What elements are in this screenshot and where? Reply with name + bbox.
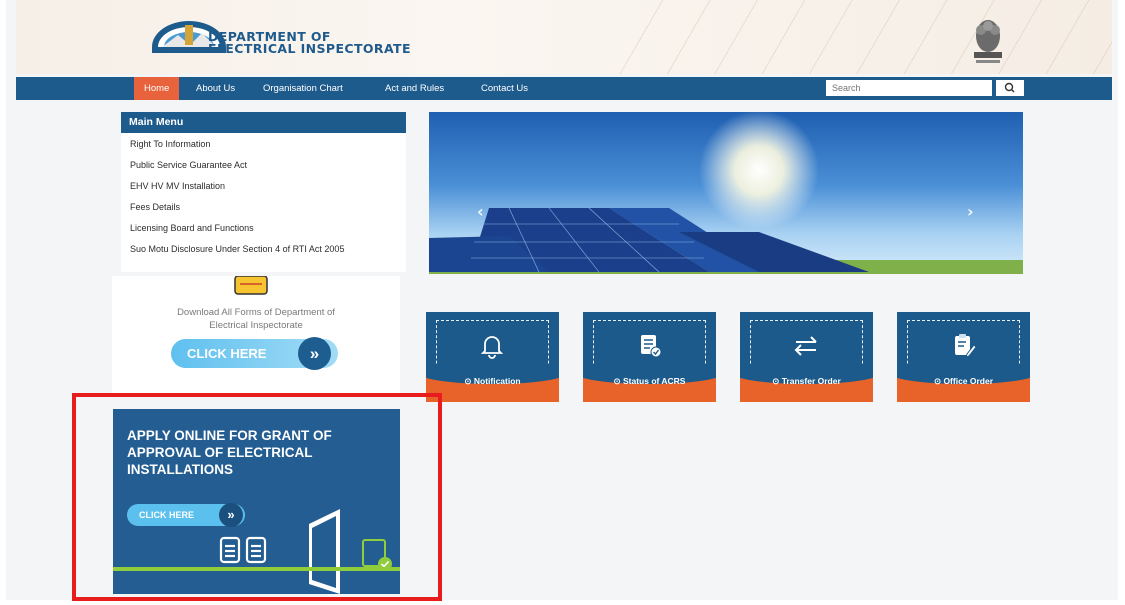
menu-item-ehv[interactable]: EHV HV MV Installation <box>130 181 400 192</box>
menu-item-licensing[interactable]: Licensing Board and Functions <box>130 223 400 234</box>
site-header: DEPARTMENT OF ELECTRICAL INSPECTORATE <box>16 0 1112 74</box>
download-click-here-label: CLICK HERE <box>187 346 267 361</box>
tile-notification-label: ⊙ Notification <box>464 376 521 386</box>
download-text-line-2: Electrical Inspectorate <box>209 320 303 331</box>
search-icon <box>1004 82 1015 93</box>
tile-status-label: ⊙ Status of ACRS <box>613 376 686 386</box>
tile-notification[interactable]: ⊙ Notification <box>426 312 559 402</box>
brand-title: DEPARTMENT OF ELECTRICAL INSPECTORATE <box>208 30 411 56</box>
slider-next-icon[interactable]: › <box>967 202 974 221</box>
header-decoration <box>616 0 1112 74</box>
tile-status-of-acrs[interactable]: ⊙ Status of ACRS <box>583 312 716 402</box>
download-click-here-button[interactable]: CLICK HERE » <box>171 337 338 370</box>
nav-organisation-chart[interactable]: Organisation Chart <box>263 77 343 100</box>
nav-home[interactable]: Home <box>134 77 180 100</box>
menu-item-fees[interactable]: Fees Details <box>130 202 400 213</box>
main-navigation: Home About Us Organisation Chart Act and… <box>16 77 1112 100</box>
nav-act-and-rules[interactable]: Act and Rules <box>385 77 444 100</box>
clipboard-edit-icon <box>955 334 977 358</box>
main-menu-title: Main Menu <box>121 112 406 133</box>
envelope-icon <box>234 276 268 295</box>
search-button[interactable] <box>996 80 1024 96</box>
menu-item-public-service[interactable]: Public Service Guarantee Act <box>130 160 400 171</box>
transfer-arrows-icon <box>794 336 817 356</box>
download-forms-card: Download All Forms of Department of Elec… <box>112 276 400 393</box>
national-emblem-icon <box>974 20 1002 63</box>
download-text-line-1: Download All Forms of Department of <box>177 307 335 318</box>
tile-office-label: ⊙ Office Order <box>933 376 994 386</box>
tile-transfer-order[interactable]: ⊙ Transfer Order <box>740 312 873 402</box>
tile-transfer-label: ⊙ Transfer Order <box>772 376 841 386</box>
nav-about-us[interactable]: About Us <box>196 77 235 100</box>
brand-line-2: ELECTRICAL INSPECTORATE <box>208 41 411 56</box>
highlight-box <box>72 393 442 601</box>
tile-office-order[interactable]: ⊙ Office Order <box>897 312 1030 402</box>
checklist-icon <box>641 335 662 358</box>
tile-label-text: Transfer Order <box>781 376 841 386</box>
nav-contact-us[interactable]: Contact Us <box>481 77 528 100</box>
tile-label-text: Notification <box>473 376 521 386</box>
double-chevron-right-icon: » <box>298 337 331 370</box>
menu-item-suo-motu[interactable]: Suo Motu Disclosure Under Section 4 of R… <box>130 244 400 255</box>
main-menu: Main Menu Right To Information Public Se… <box>121 112 406 272</box>
menu-item-rti[interactable]: Right To Information <box>130 139 400 150</box>
bell-icon <box>480 336 504 359</box>
search-input[interactable] <box>826 80 992 96</box>
tile-label-text: Status of ACRS <box>622 376 686 386</box>
hero-slider: ‹ › <box>429 112 1023 274</box>
slider-prev-icon[interactable]: ‹ <box>477 202 484 221</box>
solar-panel-image <box>429 112 1023 274</box>
tile-label-text: Office Order <box>943 376 994 386</box>
